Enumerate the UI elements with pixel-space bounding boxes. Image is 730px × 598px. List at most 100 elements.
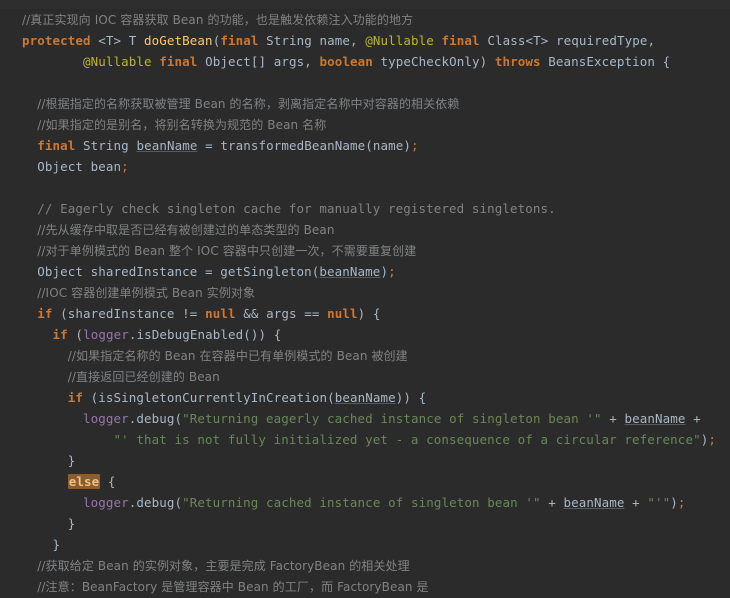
field-logger: logger bbox=[83, 411, 129, 426]
method-call-transformedbeanname: transformedBeanName(name) bbox=[220, 138, 411, 153]
type-string: String name bbox=[266, 33, 350, 48]
code-line: // Eagerly check singleton cache for man… bbox=[0, 198, 730, 219]
code-line: if (isSingletonCurrentlyInCreation(beanN… bbox=[0, 387, 730, 408]
semicolon: ; bbox=[708, 432, 716, 447]
variable-beanname: beanName bbox=[624, 411, 686, 426]
punctuation: , bbox=[350, 33, 366, 48]
declaration-sharedinstance: Object sharedInstance = getSingleton( bbox=[37, 264, 320, 279]
code-line: Object bean; bbox=[0, 156, 730, 177]
operator-concat: + bbox=[624, 495, 648, 510]
code-line: if (logger.isDebugEnabled()) { bbox=[0, 324, 730, 345]
type-beansexception: BeansException { bbox=[548, 54, 671, 69]
keyword-null: null bbox=[327, 306, 358, 321]
type-class: Class<T> requiredType, bbox=[487, 33, 656, 48]
code-line: protected <T> T doGetBean(final String n… bbox=[0, 30, 730, 51]
code-line: //真正实现向 IOC 容器获取 Bean 的功能，也是触发依赖注入功能的地方 bbox=[0, 9, 730, 30]
method-call-isdebugenabled: .isDebugEnabled()) { bbox=[128, 327, 282, 342]
punctuation: )) { bbox=[395, 390, 427, 405]
operator-and: && args == bbox=[235, 306, 328, 321]
operator-concat: + bbox=[685, 411, 701, 426]
keyword-final: final bbox=[159, 54, 198, 69]
code-line: } bbox=[0, 513, 730, 534]
code-line: if (sharedInstance != null && args == nu… bbox=[0, 303, 730, 324]
closing-brace: } bbox=[67, 516, 76, 531]
code-line: //对于单例模式的 Bean 整个 IOC 容器中只创建一次，不需要重复创建 bbox=[0, 240, 730, 261]
code-line: //IOC 容器创建单例模式 Bean 实例对象 bbox=[0, 282, 730, 303]
comment-token: //如果指定名称的 Bean 在容器中已有单例模式的 Bean 被创建 bbox=[67, 349, 408, 363]
keyword-if: if bbox=[37, 306, 53, 321]
code-line: logger.debug("Returning eagerly cached i… bbox=[0, 408, 730, 429]
method-name-dogetbean: doGetBean bbox=[144, 33, 213, 48]
method-call-issingletoncurrentlyincreation: (isSingletonCurrentlyInCreation( bbox=[90, 390, 335, 405]
comment-token: //真正实现向 IOC 容器获取 Bean 的功能，也是触发依赖注入功能的地方 bbox=[22, 13, 414, 27]
method-call-debug: .debug( bbox=[128, 495, 183, 510]
declaration-object-bean: Object bean bbox=[37, 159, 122, 174]
code-text-area[interactable]: //真正实现向 IOC 容器获取 Bean 的功能，也是触发依赖注入功能的地方 … bbox=[0, 9, 730, 594]
param-typecheckonly: typeCheckOnly) bbox=[380, 54, 495, 69]
comment-token: //直接返回已经创建的 Bean bbox=[67, 370, 220, 384]
code-line: @Nullable final Object[] args, boolean t… bbox=[0, 51, 730, 72]
condition-sharedinstance: (sharedInstance != bbox=[60, 306, 206, 321]
code-editor-viewport[interactable]: //真正实现向 IOC 容器获取 Bean 的功能，也是触发依赖注入功能的地方 … bbox=[0, 0, 730, 594]
code-line: //直接返回已经创建的 Bean bbox=[0, 366, 730, 387]
keyword-if: if bbox=[67, 390, 84, 405]
code-line: "' that is not fully initialized yet - a… bbox=[0, 429, 730, 450]
operator-concat: + bbox=[601, 411, 625, 426]
code-line: //先从缓存中取是否已经有被创建过的单态类型的 Bean bbox=[0, 219, 730, 240]
string-literal: "Returning eagerly cached instance of si… bbox=[182, 411, 602, 426]
semicolon: ; bbox=[388, 264, 396, 279]
keyword-final: final bbox=[220, 33, 259, 48]
comment-token: //先从缓存中取是否已经有被创建过的单态类型的 Bean bbox=[37, 223, 335, 237]
type-object-array: Object[] args, bbox=[205, 54, 320, 69]
closing-brace: } bbox=[52, 537, 61, 552]
punctuation: ) bbox=[670, 495, 678, 510]
comment-token: // Eagerly check singleton cache for man… bbox=[37, 201, 556, 216]
annotation-nullable: @Nullable bbox=[83, 54, 152, 69]
code-line: logger.debug("Returning cached instance … bbox=[0, 492, 730, 513]
closing-brace: } bbox=[67, 453, 76, 468]
keyword-protected: protected bbox=[22, 33, 91, 48]
code-line: //如果指定名称的 Bean 在容器中已有单例模式的 Bean 被创建 bbox=[0, 345, 730, 366]
keyword-boolean: boolean bbox=[319, 54, 373, 69]
code-line: else { bbox=[0, 471, 730, 492]
keyword-throws: throws bbox=[494, 54, 541, 69]
code-line: Object sharedInstance = getSingleton(bea… bbox=[0, 261, 730, 282]
comment-token: //IOC 容器创建单例模式 Bean 实例对象 bbox=[37, 286, 256, 300]
operator: = bbox=[197, 138, 221, 153]
comment-token: //注意：BeanFactory 是管理容器中 Bean 的工厂，而 Facto… bbox=[37, 580, 429, 594]
keyword-null: null bbox=[205, 306, 236, 321]
method-call-debug: .debug( bbox=[128, 411, 183, 426]
semicolon: ; bbox=[411, 138, 419, 153]
code-line: //根据指定的名称获取被管理 Bean 的名称，剥离指定名称中对容器的相关依赖 bbox=[0, 93, 730, 114]
keyword-final: final bbox=[37, 138, 76, 153]
string-literal: "' that is not fully initialized yet - a… bbox=[113, 432, 701, 447]
code-line: //注意：BeanFactory 是管理容器中 Bean 的工厂，而 Facto… bbox=[0, 576, 730, 597]
comment-token: //如果指定的是别名，将别名转换为规范的 Bean 名称 bbox=[37, 118, 327, 132]
code-line: //获取给定 Bean 的实例对象，主要是完成 FactoryBean 的相关处… bbox=[0, 555, 730, 576]
field-logger: logger bbox=[83, 327, 129, 342]
punctuation: ( bbox=[75, 327, 84, 342]
opening-brace: { bbox=[107, 474, 116, 489]
punctuation: ) bbox=[380, 264, 389, 279]
code-line: } bbox=[0, 450, 730, 471]
code-line: } bbox=[0, 534, 730, 555]
string-literal: "Returning cached instance of singleton … bbox=[182, 495, 541, 510]
variable-beanname: beanName bbox=[563, 495, 625, 510]
type-parameter: <T> T bbox=[98, 33, 145, 48]
keyword-if: if bbox=[52, 327, 68, 342]
annotation-nullable: @Nullable bbox=[365, 33, 434, 48]
code-line: final String beanName = transformedBeanN… bbox=[0, 135, 730, 156]
semicolon: ; bbox=[121, 159, 129, 174]
keyword-final: final bbox=[441, 33, 480, 48]
operator-concat: + bbox=[540, 495, 564, 510]
variable-beanname: beanName bbox=[136, 138, 198, 153]
string-literal: "'" bbox=[647, 495, 671, 510]
semicolon: ; bbox=[677, 495, 686, 510]
comment-token: //获取给定 Bean 的实例对象，主要是完成 FactoryBean 的相关处… bbox=[37, 559, 410, 573]
variable-beanname: beanName bbox=[334, 390, 396, 405]
keyword-else-highlighted: else bbox=[67, 474, 101, 489]
variable-beanname: beanName bbox=[319, 264, 381, 279]
punctuation: ) { bbox=[357, 306, 381, 321]
